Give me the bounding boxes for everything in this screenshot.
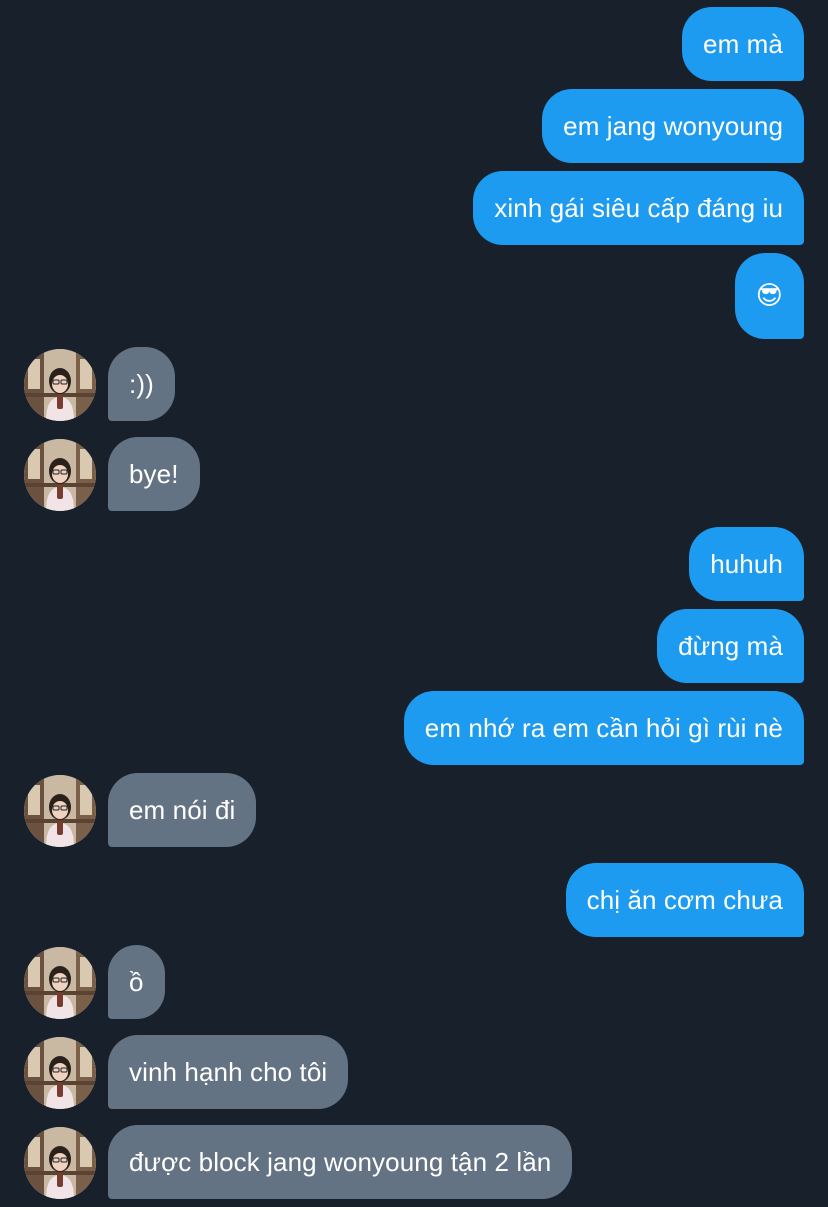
contact-avatar[interactable] (24, 349, 96, 421)
user-avatar-photo-icon (24, 1127, 96, 1199)
contact-avatar[interactable] (24, 947, 96, 1019)
sent-message-bubble[interactable]: chị ăn cơm chưa (565, 863, 804, 937)
received-message-bubble[interactable]: em nói đi (108, 773, 257, 847)
sent-message-bubble[interactable]: huhuh (689, 527, 804, 601)
contact-avatar[interactable] (24, 439, 96, 511)
received-message-bubble[interactable]: ồ (108, 945, 165, 1019)
contact-avatar[interactable] (24, 1127, 96, 1199)
sent-message-bubble[interactable]: 😎 (734, 253, 804, 339)
received-message-bubble[interactable]: được block jang wonyoung tận 2 lần (108, 1125, 573, 1199)
sent-message-bubble[interactable]: đừng mà (657, 609, 804, 683)
received-message-bubble[interactable]: bye! (108, 437, 200, 511)
received-message-bubble[interactable]: :)) (108, 347, 175, 421)
user-avatar-photo-icon (24, 439, 96, 511)
sent-message-bubble[interactable]: xinh gái siêu cấp đáng iu (473, 171, 804, 245)
sent-message-bubble[interactable]: em mà (682, 7, 804, 81)
contact-avatar[interactable] (24, 1037, 96, 1109)
user-avatar-photo-icon (24, 349, 96, 421)
user-avatar-photo-icon (24, 1037, 96, 1109)
user-avatar-photo-icon (24, 947, 96, 1019)
user-avatar-photo-icon (24, 775, 96, 847)
contact-avatar[interactable] (24, 775, 96, 847)
sent-message-bubble[interactable]: em jang wonyoung (542, 89, 804, 163)
sent-message-bubble[interactable]: em nhớ ra em cần hỏi gì rùi nè (403, 691, 804, 765)
message-thread: em mà em jang wonyoung xinh gái siêu cấp… (0, 0, 828, 1207)
received-message-bubble[interactable]: vinh hạnh cho tôi (108, 1035, 349, 1109)
